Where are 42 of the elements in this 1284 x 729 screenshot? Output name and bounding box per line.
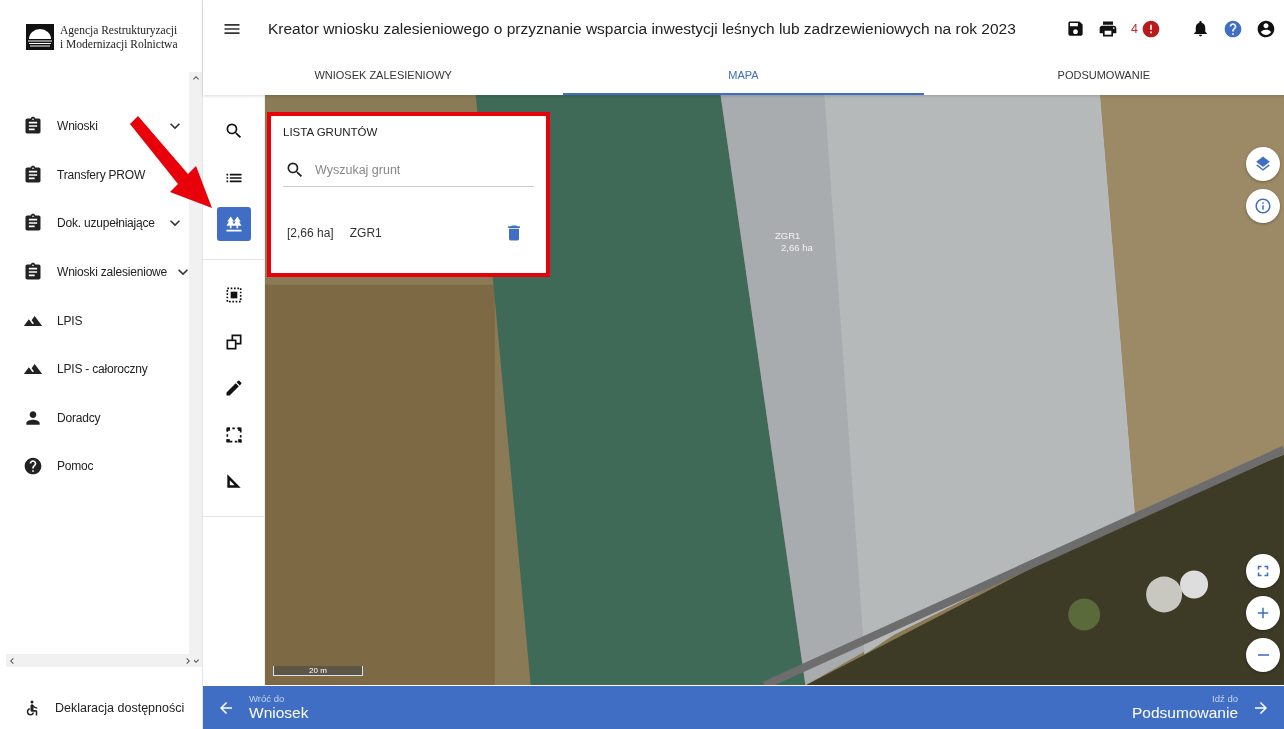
map-label: 2,66 ha [781, 242, 813, 254]
search-field[interactable]: Wyszukaj grunt [283, 160, 534, 187]
sidebar-item[interactable]: Transfery PROW [0, 150, 146, 200]
vertical-scrollbar[interactable] [189, 72, 202, 667]
notifications-icon[interactable] [1191, 19, 1210, 38]
horizontal-scrollbar[interactable] [6, 654, 194, 667]
help-icon [23, 456, 43, 477]
alert-count: 4 [1131, 21, 1138, 36]
sidebar-item[interactable]: LPIS [0, 296, 83, 345]
parcel-area: [2,66 ha] [287, 226, 334, 240]
save-icon[interactable] [1066, 19, 1086, 38]
logo-text: Agencja Restrukturyzacji [60, 23, 178, 37]
sidebar-item[interactable]: LPIS - całoroczny [0, 344, 148, 394]
clipboard-icon [23, 116, 43, 137]
next-button[interactable]: Idź do Podsumowanie [1118, 686, 1284, 729]
back-button[interactable]: Wróć do Wniosek [203, 686, 323, 729]
sidebar-item[interactable]: Pomoc [0, 442, 94, 491]
accessibility-link[interactable]: Deklaracja dostępności [0, 667, 202, 729]
alert-icon[interactable] [1141, 18, 1161, 39]
page-title: Kreator wniosku zalesieniowego o przyznanie wsparcia inwestycji leśnych lub zadrzewieniowych na rok 2023 [268, 19, 1017, 38]
scale-bar: 20 m [273, 666, 363, 676]
logo-icon [26, 24, 54, 50]
layers-icon [1254, 155, 1272, 173]
help-icon[interactable] [1223, 18, 1243, 39]
sidebar-item[interactable]: Wnioski zalesieniowe [0, 247, 189, 297]
tab[interactable]: WNIOSEK ZALESIENIOWY [203, 57, 564, 95]
clipboard-icon [23, 164, 43, 185]
account-icon[interactable] [1256, 18, 1276, 39]
sidebar-item[interactable]: Doradcy [0, 393, 101, 443]
sidebar-item[interactable]: Dok. uzupełniające [0, 199, 189, 248]
search-input[interactable]: Wyszukaj grunt [315, 163, 534, 177]
panel-title: LISTA GRUNTÓW [283, 126, 379, 138]
logo-text: i Modernizacji Rolnictwa [60, 37, 178, 51]
sidebar-item[interactable]: Wnioski [0, 102, 189, 151]
clipboard-icon [23, 213, 43, 234]
parcel-name: ZGR1 [349, 226, 382, 240]
info-icon [1254, 197, 1272, 215]
tab[interactable]: PODSUMOWANIE [923, 57, 1284, 95]
minus-icon [1257, 654, 1269, 656]
search-icon [285, 160, 305, 180]
clipboard-icon [23, 262, 43, 283]
map-label: ZGR1 [775, 230, 802, 242]
